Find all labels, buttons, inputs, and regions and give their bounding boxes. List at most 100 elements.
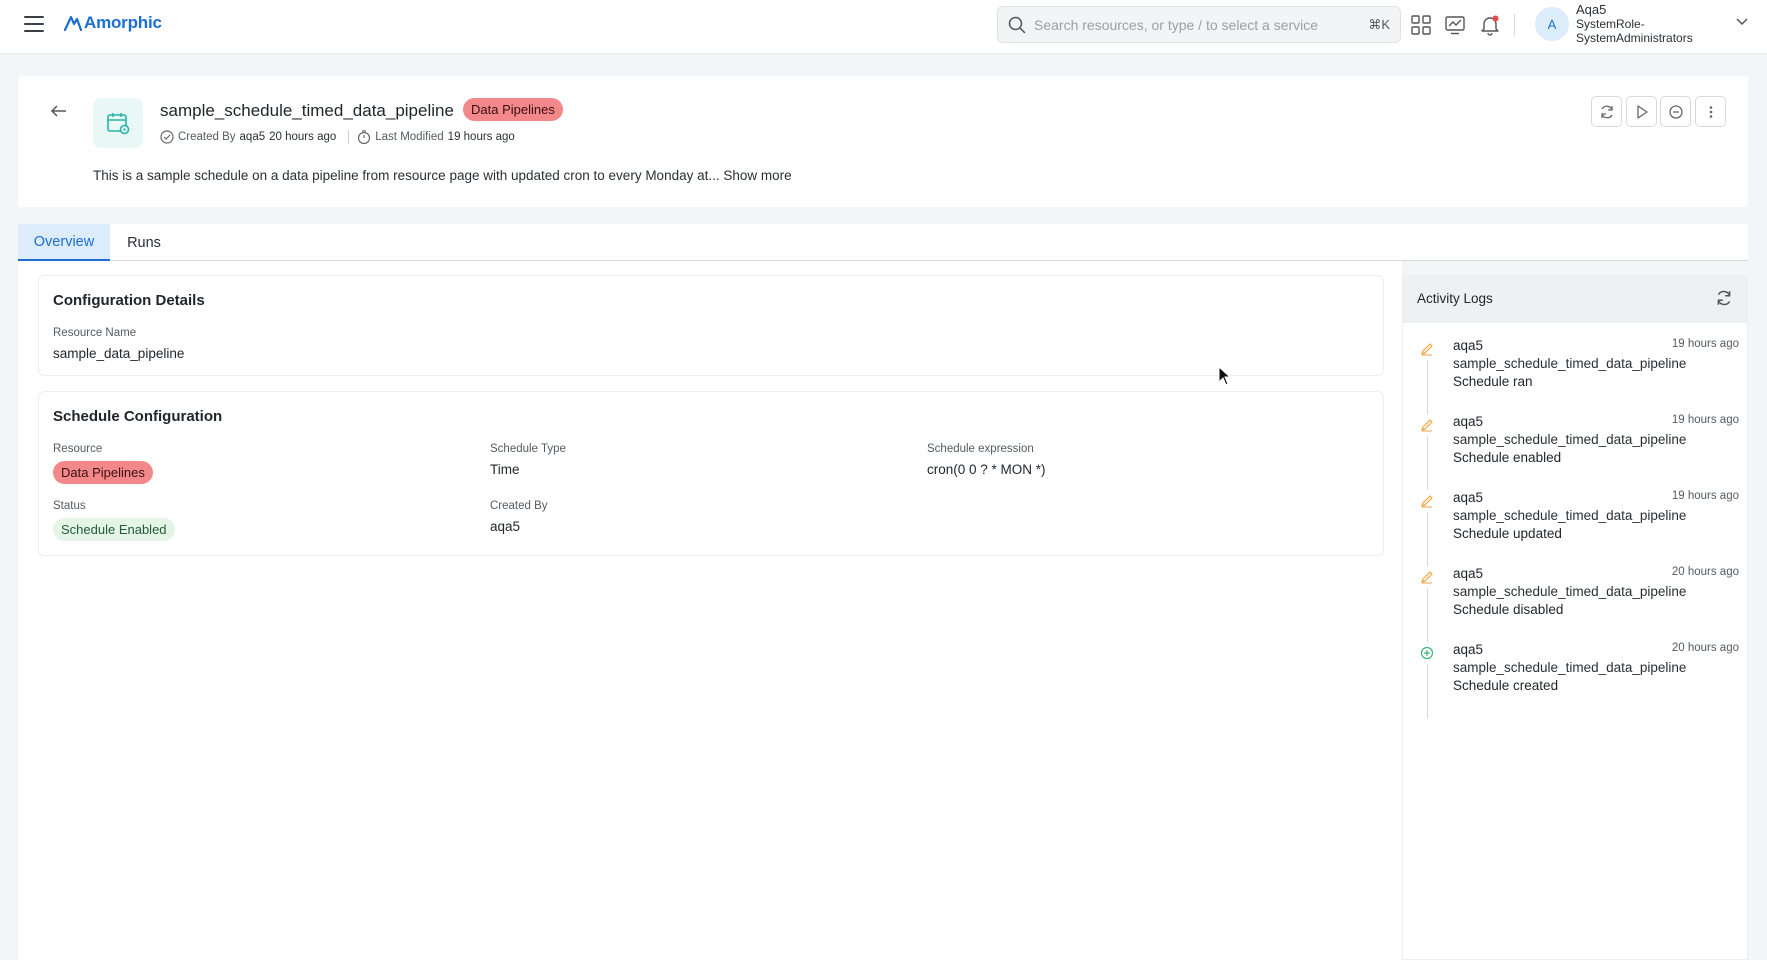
topbar-divider [1514, 14, 1515, 36]
more-options-button[interactable] [1695, 96, 1726, 127]
log-action: Schedule ran [1453, 374, 1533, 389]
resource-meta: Created By aqa5 20 hours ago Last Modifi… [160, 130, 519, 144]
menu-icon[interactable] [24, 16, 44, 32]
log-time: 20 hours ago [1671, 642, 1739, 654]
log-user: aqa5 [1453, 566, 1484, 581]
created-by-label: Created By [178, 131, 236, 143]
meta-divider [348, 130, 350, 144]
created-clock-icon [160, 130, 174, 144]
edit-icon [1421, 343, 1433, 356]
schedule-configuration-card: Schedule Configuration Resource Data Pip… [38, 391, 1384, 556]
log-action: Schedule updated [1453, 526, 1562, 541]
show-more-link[interactable]: Show more [723, 168, 791, 183]
timeline-line [1427, 588, 1428, 642]
app-logo[interactable]: Amorphic [64, 13, 162, 33]
back-arrow-icon[interactable] [50, 104, 68, 118]
created-by-user: aqa5 [239, 131, 266, 143]
created-time: 20 hours ago [269, 131, 337, 143]
disable-button[interactable] [1660, 96, 1691, 127]
resource-type-badge: Data Pipelines [463, 98, 563, 121]
timeline-line [1427, 360, 1428, 414]
resource-name-label: Resource Name [53, 327, 137, 339]
section-title: Schedule Configuration [53, 408, 223, 425]
user-role-line-2: SystemAdministrators [1576, 31, 1693, 45]
timeline-line [1427, 664, 1428, 718]
play-icon [1636, 104, 1648, 119]
section-title: Configuration Details [53, 292, 205, 309]
resource-name-value: sample_data_pipeline [53, 346, 185, 361]
log-time: 19 hours ago [1671, 338, 1739, 350]
log-user: aqa5 [1453, 642, 1484, 657]
page-title: sample_schedule_timed_data_pipeline [160, 101, 454, 120]
schedule-resource-icon [93, 98, 143, 148]
last-modified-label: Last Modified [375, 131, 444, 143]
log-user: aqa5 [1453, 414, 1484, 429]
avatar[interactable]: A [1535, 7, 1569, 41]
log-resource: sample_schedule_timed_data_pipeline [1453, 356, 1687, 371]
refresh-button[interactable] [1591, 96, 1622, 127]
log-user: aqa5 [1453, 338, 1484, 353]
description-text: This is a sample schedule on a data pipe… [93, 168, 720, 183]
search-shortcut: ⌘K [1368, 16, 1390, 32]
log-time: 19 hours ago [1671, 414, 1739, 426]
list-item: aqa5 19 hours ago sample_schedule_timed_… [1403, 414, 1747, 490]
chevron-down-icon[interactable] [1735, 17, 1749, 27]
log-user: aqa5 [1453, 490, 1484, 505]
activity-logs-header: Activity Logs [1403, 276, 1747, 323]
log-action: Schedule disabled [1453, 602, 1564, 617]
activity-logs-title: Activity Logs [1417, 291, 1493, 306]
list-item: aqa5 20 hours ago sample_schedule_timed_… [1403, 566, 1747, 642]
schedule-type-label: Schedule Type [490, 443, 566, 455]
user-name: Aqa5 [1576, 2, 1607, 17]
disable-icon [1668, 104, 1683, 119]
run-button[interactable] [1626, 96, 1657, 127]
add-circle-icon [1420, 646, 1434, 660]
last-modified-time: 19 hours ago [447, 131, 515, 143]
tabs-bar: Overview Runs [18, 224, 1748, 261]
edit-icon [1421, 495, 1433, 508]
overview-panel: Configuration Details Resource Name samp… [18, 261, 1402, 960]
search-icon [1008, 16, 1026, 33]
status-label: Status [53, 500, 86, 512]
activity-logs-panel: Activity Logs aqa5 19 hours ago sample_s… [1402, 275, 1748, 960]
timeline-line [1427, 512, 1428, 566]
search-input[interactable] [1034, 16, 1369, 33]
refresh-icon [1600, 105, 1613, 118]
timeline-line [1427, 436, 1428, 490]
top-bar: Amorphic ⌘K A Aqa5 SystemRole- SystemAdm… [0, 0, 1767, 54]
resource-header: sample_schedule_timed_data_pipeline Data… [18, 76, 1748, 207]
notification-bell-icon[interactable] [1479, 14, 1501, 36]
timer-icon [358, 130, 371, 144]
apps-grid-icon[interactable] [1410, 14, 1432, 36]
refresh-icon[interactable] [1715, 289, 1733, 307]
log-resource: sample_schedule_timed_data_pipeline [1453, 432, 1687, 447]
user-info[interactable]: Aqa5 SystemRole- SystemAdministrators [1576, 2, 1693, 46]
app-name: Amorphic [84, 13, 162, 32]
created-by-value: aqa5 [490, 519, 521, 534]
schedule-expression-label: Schedule expression [927, 443, 1034, 455]
edit-icon [1421, 419, 1433, 432]
analytics-icon[interactable] [1444, 14, 1466, 36]
log-resource: sample_schedule_timed_data_pipeline [1453, 660, 1687, 675]
list-item: aqa5 20 hours ago sample_schedule_timed_… [1403, 642, 1747, 718]
log-time: 19 hours ago [1671, 490, 1739, 502]
search-box[interactable]: ⌘K [997, 6, 1401, 43]
user-role-line-1: SystemRole- [1576, 17, 1645, 31]
resource-description: This is a sample schedule on a data pipe… [93, 168, 792, 183]
amorphic-logo-icon [64, 15, 82, 31]
more-vertical-icon [1709, 105, 1712, 118]
log-resource: sample_schedule_timed_data_pipeline [1453, 584, 1687, 599]
log-action: Schedule created [1453, 678, 1559, 693]
mouse-cursor-icon [1218, 366, 1232, 386]
tab-runs[interactable]: Runs [110, 224, 178, 261]
log-action: Schedule enabled [1453, 450, 1562, 465]
list-item: aqa5 19 hours ago sample_schedule_timed_… [1403, 338, 1747, 414]
tab-overview[interactable]: Overview [18, 224, 110, 261]
configuration-details-card: Configuration Details Resource Name samp… [38, 275, 1384, 376]
resource-badge: Data Pipelines [53, 461, 153, 484]
log-resource: sample_schedule_timed_data_pipeline [1453, 508, 1687, 523]
resource-label: Resource [53, 443, 103, 455]
status-badge: Schedule Enabled [53, 518, 175, 541]
created-by-label: Created By [490, 500, 548, 512]
edit-icon [1421, 571, 1433, 584]
